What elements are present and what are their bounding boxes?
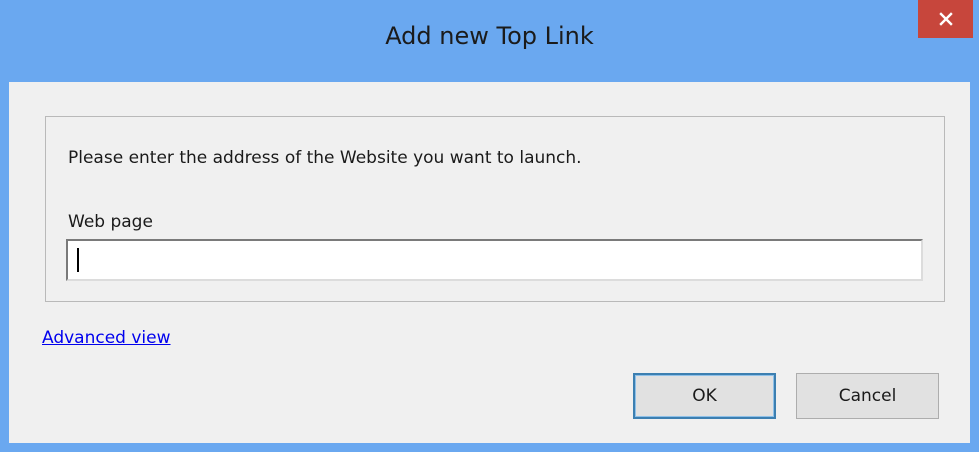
instruction-text: Please enter the address of the Website … (68, 148, 582, 168)
web-page-label: Web page (68, 212, 153, 232)
ok-button[interactable]: OK (633, 373, 776, 419)
title-bar[interactable]: Add new Top Link (0, 0, 979, 82)
advanced-view-link[interactable]: Advanced view (42, 328, 171, 348)
close-icon (938, 12, 953, 26)
cancel-button[interactable]: Cancel (796, 373, 939, 419)
close-button[interactable] (918, 0, 973, 38)
web-page-input[interactable] (66, 239, 923, 281)
window-title: Add new Top Link (385, 22, 594, 50)
dialog-body: Please enter the address of the Website … (9, 82, 970, 443)
dialog-window: Add new Top Link Please enter the addres… (0, 0, 979, 452)
text-caret (77, 248, 79, 272)
address-group: Please enter the address of the Website … (45, 116, 945, 302)
